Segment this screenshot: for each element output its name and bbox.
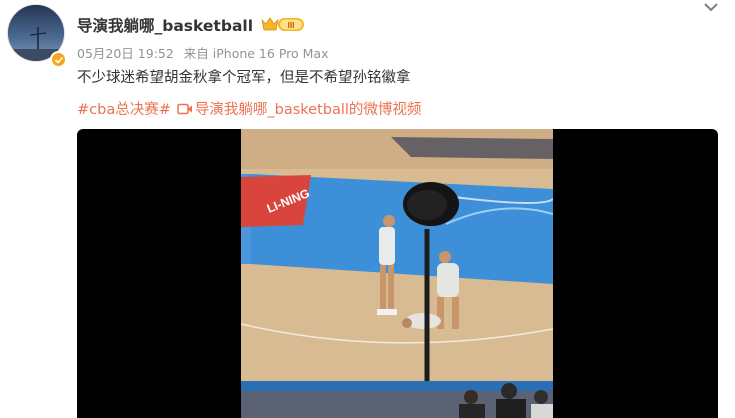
verified-icon xyxy=(50,51,67,68)
post-text: 不少球迷希望胡金秋拿个冠军，但是不希望孙铭徽拿 xyxy=(77,70,411,86)
video-frame: LI-NING xyxy=(241,129,553,418)
username-link[interactable]: 导演我躺哪_basketball xyxy=(77,14,253,36)
post-source: 来自 iPhone 16 Pro Max xyxy=(183,46,329,61)
member-badge[interactable]: III xyxy=(260,15,306,34)
video-player[interactable]: LI-NING xyxy=(77,129,718,418)
post-date[interactable]: 05月20日 19:52 xyxy=(77,46,174,61)
post-tags: #cba总决赛# 导演我躺哪_basketball的微博视频 xyxy=(77,98,421,119)
video-source-link[interactable]: 导演我躺哪_basketball的微博视频 xyxy=(195,98,422,119)
post-meta: 05月20日 19:52 来自 iPhone 16 Pro Max xyxy=(77,43,328,62)
member-level: III xyxy=(287,20,294,30)
video-icon xyxy=(177,102,193,116)
hashtag-link[interactable]: #cba总决赛# xyxy=(77,98,171,119)
chevron-down-icon[interactable] xyxy=(701,0,721,14)
